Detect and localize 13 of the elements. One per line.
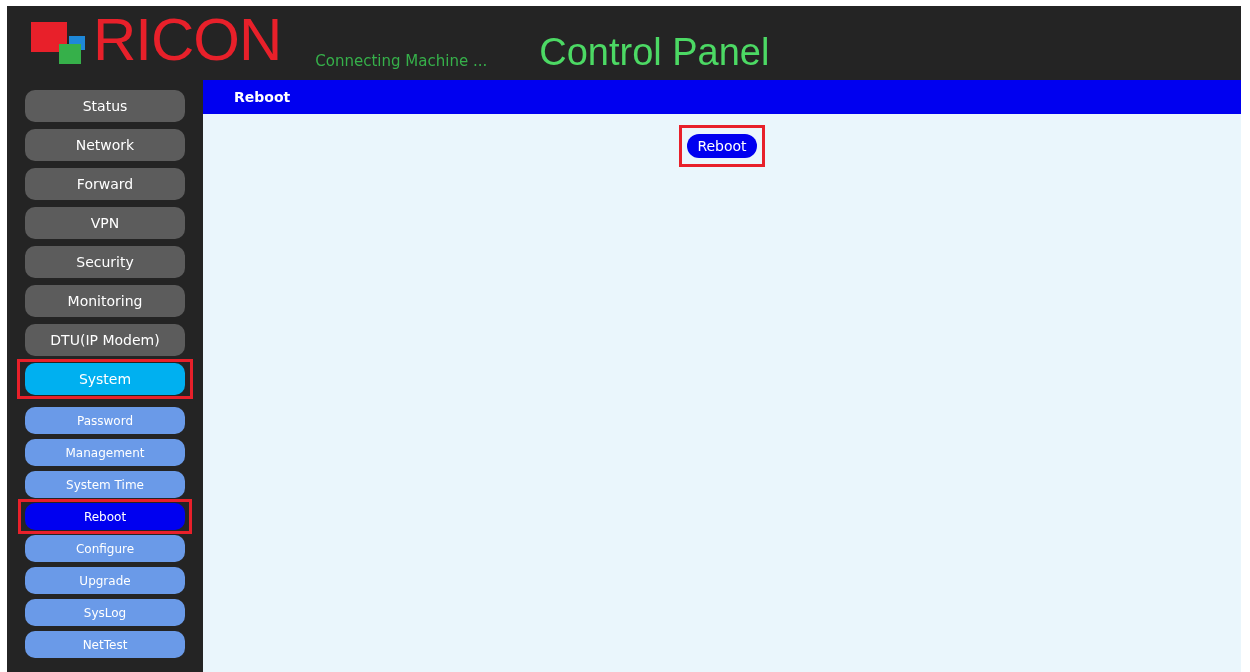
panel-title: Control Panel: [539, 31, 770, 74]
logo-text: RICON: [93, 10, 282, 70]
menu-item[interactable]: Forward: [25, 168, 185, 200]
menu-item[interactable]: DTU(IP Modem): [25, 324, 185, 356]
menu-item[interactable]: Security: [25, 246, 185, 278]
menu-item[interactable]: Status: [25, 90, 185, 122]
menu-item[interactable]: Monitoring: [25, 285, 185, 317]
tagline: Connecting Machine ...: [315, 52, 488, 70]
menu-item[interactable]: Network: [25, 129, 185, 161]
menu-item[interactable]: VPN: [25, 207, 185, 239]
reboot-button[interactable]: Reboot: [687, 134, 757, 158]
page-title: Reboot: [234, 89, 291, 105]
submenu-item[interactable]: Reboot: [25, 503, 185, 530]
